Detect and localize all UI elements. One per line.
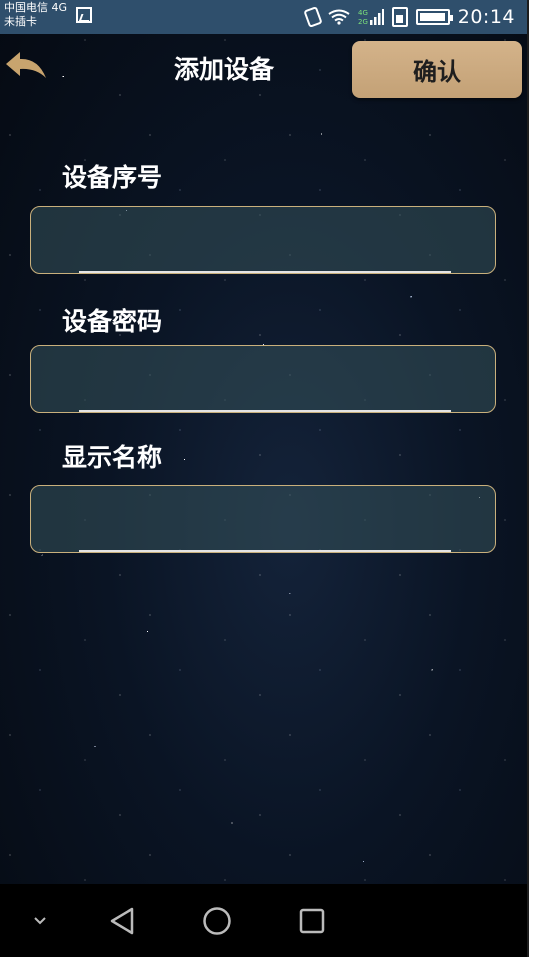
field-label-display-name: 显示名称 (62, 443, 163, 472)
status-time: 20:14 (457, 6, 515, 28)
right-edge-line (527, 0, 529, 957)
signal-4g-2g-icon: 4G 2G (358, 8, 384, 26)
navigation-bar (0, 884, 527, 957)
device-password-field[interactable] (30, 345, 496, 413)
vibrate-icon (303, 6, 323, 28)
status-bar: 中国电信 4G 未插卡 4G 2G 20:14 (0, 0, 527, 34)
star-layer (0, 0, 527, 957)
back-triangle-icon (110, 907, 134, 934)
display-name-input[interactable] (45, 494, 479, 544)
device-serial-field[interactable] (30, 206, 496, 274)
status-icons: 4G 2G 20:14 (303, 0, 515, 34)
device-password-input[interactable] (45, 354, 479, 404)
wifi-icon (328, 9, 350, 25)
field-label-device-password: 设备密码 (62, 307, 163, 336)
carrier-line2: 未插卡 (4, 15, 37, 28)
sim-icon (391, 7, 408, 27)
svg-text:2G: 2G (358, 18, 368, 26)
recent-square-icon (299, 908, 325, 933)
battery-icon (415, 9, 453, 25)
nav-back-button[interactable] (100, 884, 144, 957)
gallery-icon (76, 7, 92, 23)
home-circle-icon (203, 906, 231, 935)
chevron-down-icon (34, 916, 46, 924)
device-serial-input[interactable] (45, 215, 479, 265)
display-name-field[interactable] (30, 485, 496, 553)
confirm-button[interactable]: 确认 (352, 41, 522, 98)
field-underline (79, 410, 451, 412)
svg-text:4G: 4G (358, 9, 368, 17)
field-label-device-serial: 设备序号 (62, 163, 163, 192)
field-underline (79, 271, 451, 273)
nav-chevron-button[interactable] (24, 884, 56, 957)
carrier-line1: 中国电信 4G (4, 1, 68, 14)
field-underline (79, 550, 451, 552)
carrier-info: 中国电信 4G 未插卡 (4, 1, 67, 29)
nav-home-button[interactable] (195, 884, 239, 957)
nav-recent-button[interactable] (290, 884, 334, 957)
